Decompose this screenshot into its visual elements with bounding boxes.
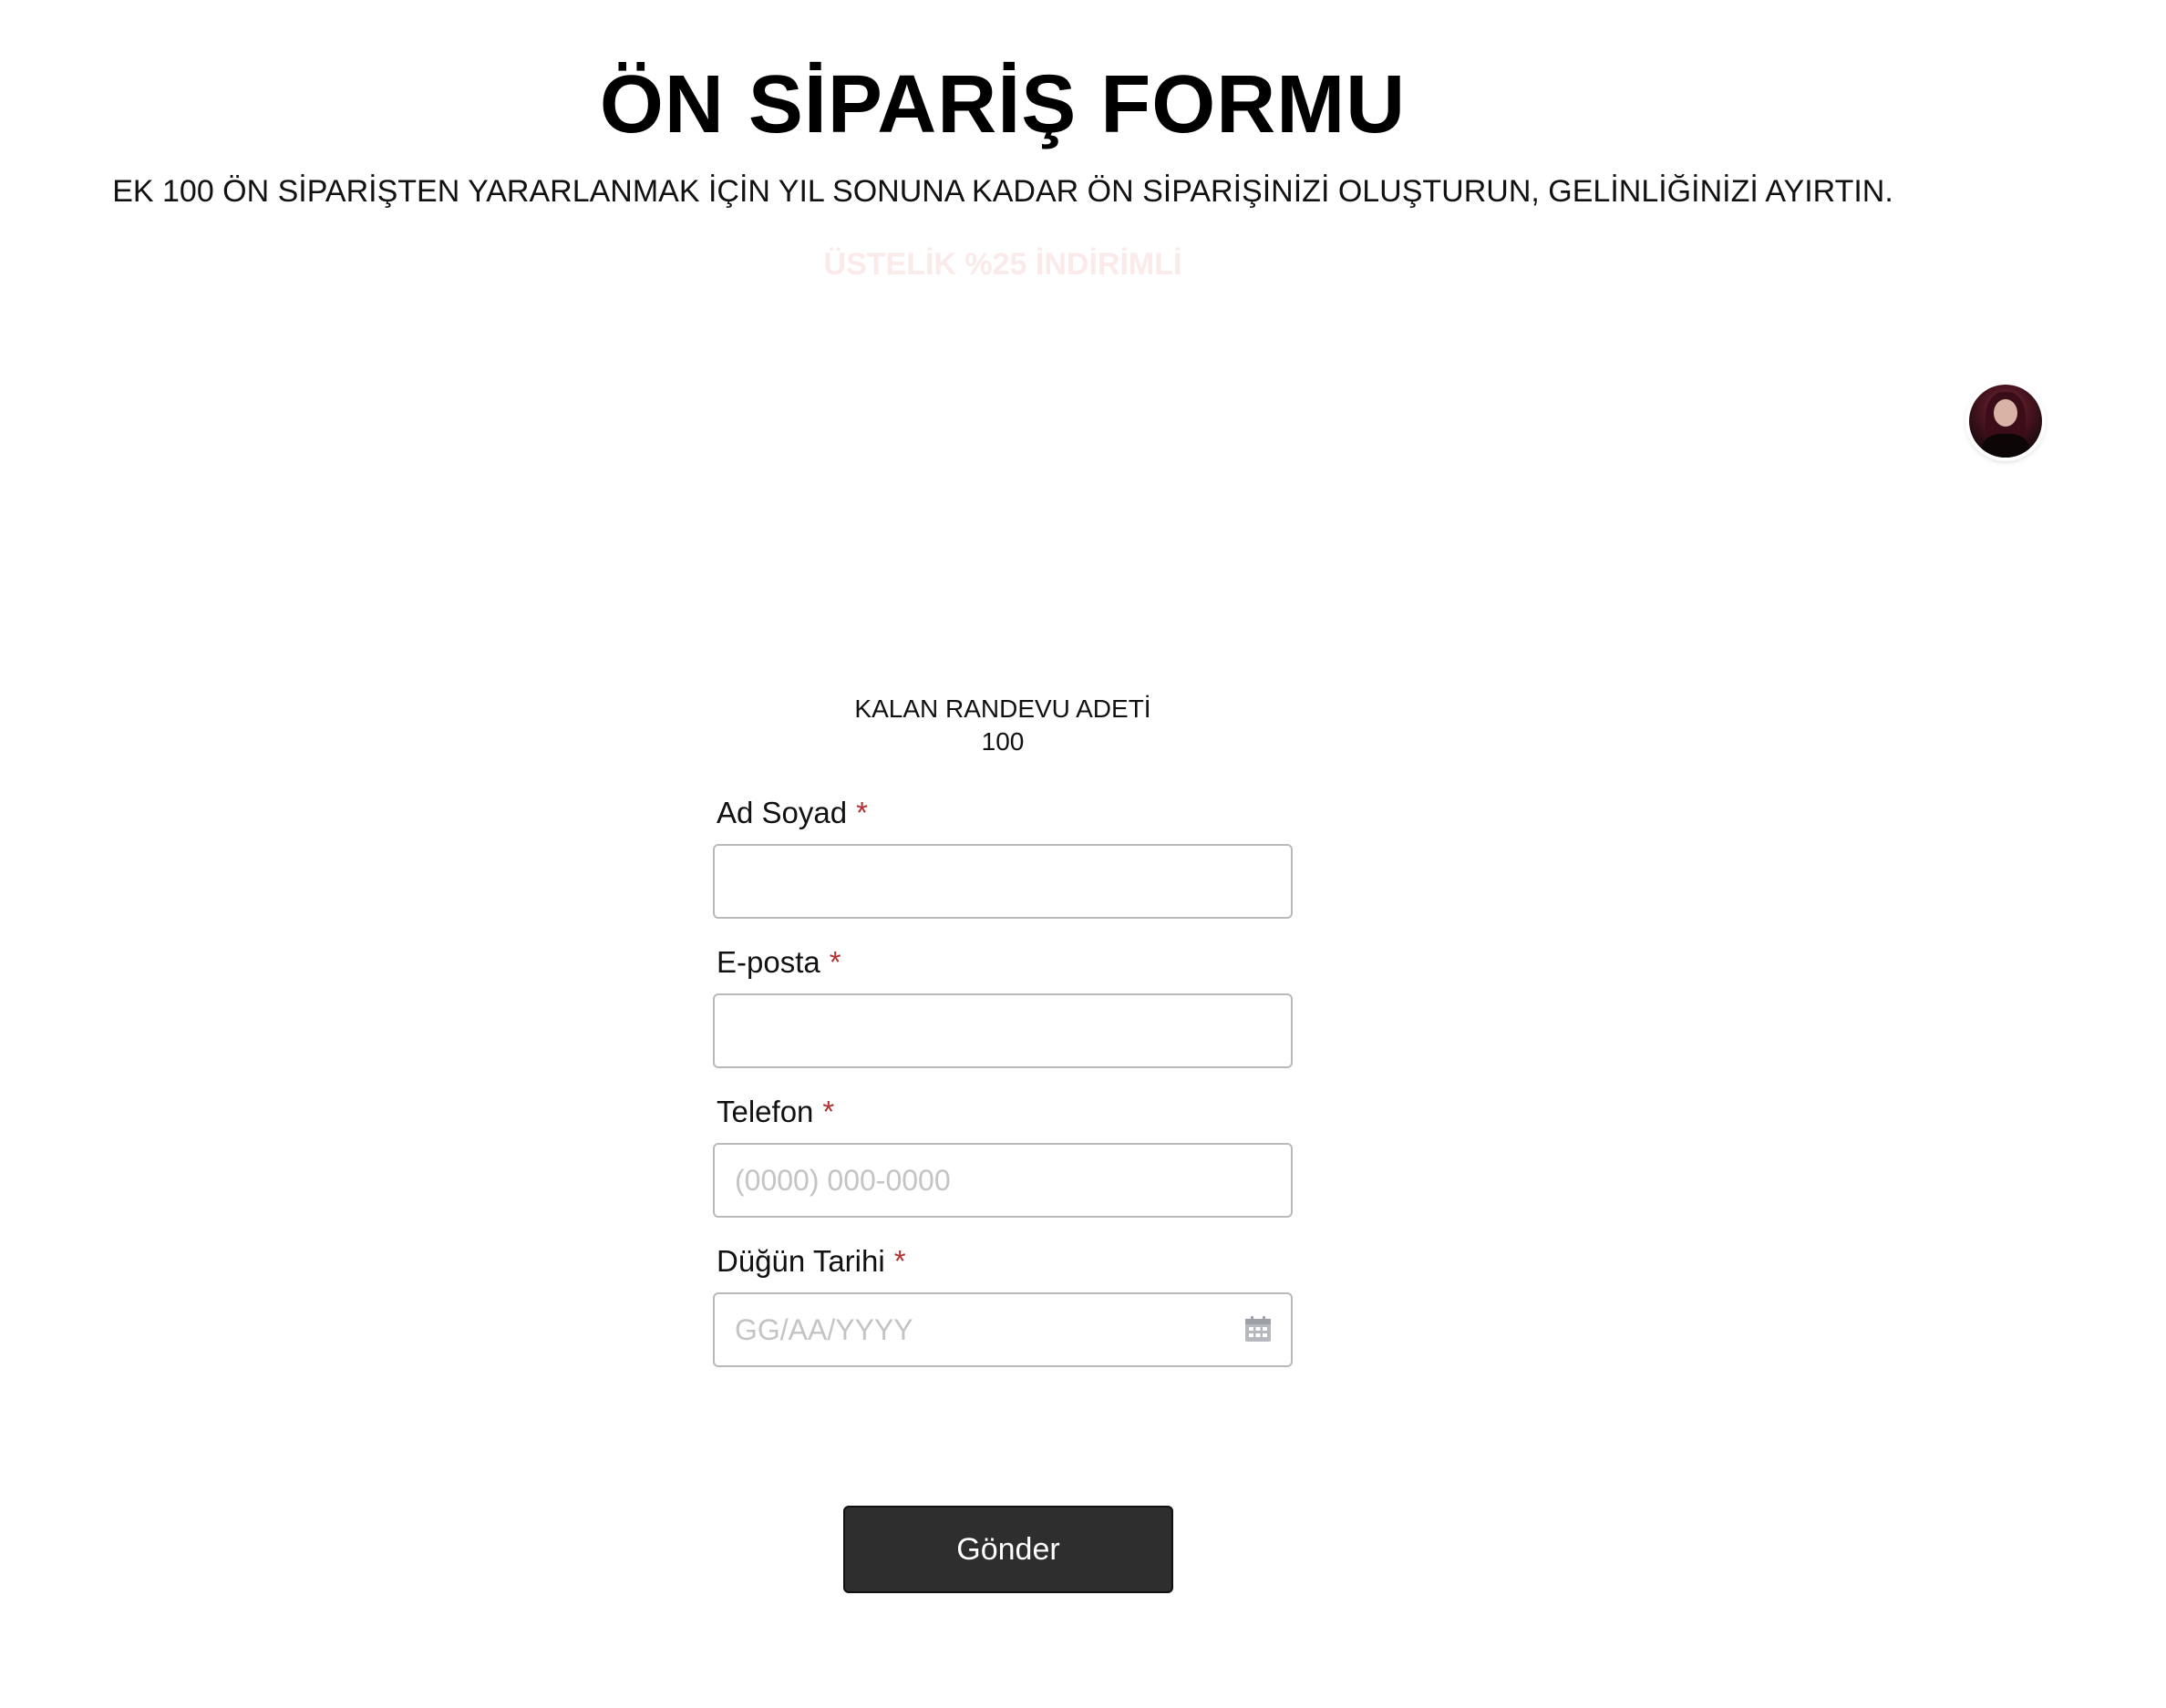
avatar-dress: [1982, 434, 2029, 458]
page: ÖN SİPARİŞ FORMU EK 100 ÖN SİPARİŞTEN YA…: [0, 0, 2166, 1708]
email-field-wrap: [713, 993, 1293, 1068]
phone-label: Telefon *: [717, 1092, 1293, 1143]
avatar-face: [1994, 399, 2017, 427]
email-input[interactable]: [713, 993, 1293, 1068]
preorder-form: Ad Soyad* E-posta* Telefon* Düğün Tarihi…: [713, 793, 1293, 1391]
required-marker: *: [856, 796, 868, 829]
name-label-text: Ad Soyad: [717, 796, 848, 829]
wedding-date-label: Düğün Tarihi *: [717, 1241, 1293, 1292]
calendar-icon[interactable]: [1243, 1314, 1273, 1343]
page-title: ÖN SİPARİŞ FORMU: [599, 59, 1407, 150]
name-input[interactable]: [713, 844, 1293, 919]
wedding-date-label-text: Düğün Tarihi: [717, 1244, 885, 1278]
wedding-date-field-wrap: [713, 1292, 1293, 1367]
chat-avatar-button[interactable]: [1969, 385, 2042, 458]
remaining-counter: KALAN RANDEVU ADETİ 100: [839, 693, 1167, 758]
wedding-date-input[interactable]: [713, 1292, 1293, 1367]
required-marker: *: [829, 945, 841, 979]
phone-field-wrap: [713, 1143, 1293, 1218]
required-marker: *: [822, 1095, 835, 1128]
required-marker: *: [893, 1244, 906, 1278]
phone-input[interactable]: [713, 1143, 1293, 1218]
page-subtitle: EK 100 ÖN SİPARİŞTEN YARARLANMAK İÇİN YI…: [112, 174, 1893, 209]
name-label: Ad Soyad *: [717, 793, 1293, 844]
remaining-label: KALAN RANDEVU ADETİ: [854, 695, 1151, 723]
email-label: E-posta *: [717, 942, 1293, 993]
submit-button[interactable]: Gönder: [843, 1506, 1173, 1593]
phone-label-text: Telefon: [717, 1095, 814, 1128]
promo-text: ÜSTELİK %25 İNDİRİMLİ: [823, 247, 1182, 282]
email-label-text: E-posta: [717, 945, 820, 979]
remaining-value: 100: [981, 727, 1025, 756]
name-field-wrap: [713, 844, 1293, 919]
